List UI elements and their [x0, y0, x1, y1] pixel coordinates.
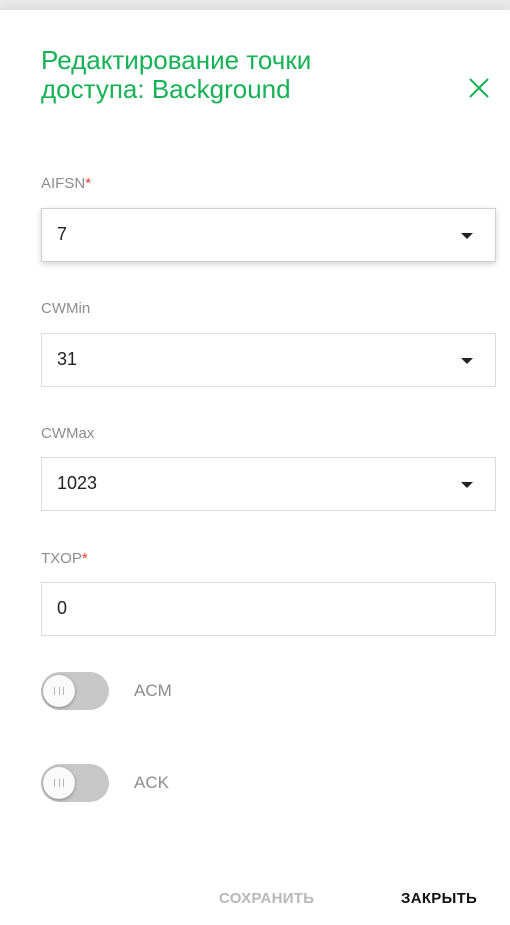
- toggle-knob: [43, 675, 75, 707]
- cwmin-label-text: CWMin: [41, 300, 91, 317]
- close-dialog-button[interactable]: ЗАКРЫТЬ: [401, 890, 477, 907]
- dialog-title: Редактирование точки доступа: Background: [41, 45, 312, 104]
- acm-label: ACM: [134, 681, 172, 700]
- aifsn-select[interactable]: 7: [41, 208, 496, 262]
- aifsn-label-text: AIFSN: [41, 175, 86, 192]
- dropdown-arrow-icon: [461, 358, 473, 364]
- cwmin-value: 31: [57, 349, 78, 369]
- grip-icon: [54, 687, 64, 695]
- dropdown-arrow-icon: [461, 233, 473, 239]
- required-mark: *: [85, 175, 92, 192]
- acm-toggle[interactable]: [41, 672, 109, 710]
- cwmax-label-text: CWMax: [41, 425, 95, 442]
- cwmin-select[interactable]: 31: [41, 333, 496, 387]
- dropdown-arrow-icon: [461, 482, 473, 488]
- edit-access-point-dialog: Редактирование точки доступа: Background…: [0, 10, 510, 925]
- required-mark: *: [81, 550, 88, 567]
- ack-toggle[interactable]: [41, 764, 109, 802]
- aifsn-value: 7: [57, 224, 68, 244]
- cwmax-value: 1023: [57, 473, 98, 493]
- txop-input[interactable]: 0: [41, 582, 496, 636]
- close-icon: [466, 75, 492, 101]
- cwmax-select[interactable]: 1023: [41, 457, 496, 511]
- cwmax-label: CWMax: [41, 425, 94, 442]
- close-button[interactable]: [466, 75, 492, 101]
- txop-label: TXOP*: [41, 550, 88, 567]
- txop-label-text: TXOP: [41, 550, 82, 567]
- grip-icon: [54, 779, 64, 787]
- txop-value: 0: [57, 598, 68, 618]
- cwmin-label: CWMin: [41, 300, 90, 317]
- aifsn-label: AIFSN*: [41, 175, 91, 192]
- save-button[interactable]: СОХРАНИТЬ: [219, 890, 314, 907]
- toggle-knob: [43, 767, 75, 799]
- ack-label: ACK: [134, 773, 169, 792]
